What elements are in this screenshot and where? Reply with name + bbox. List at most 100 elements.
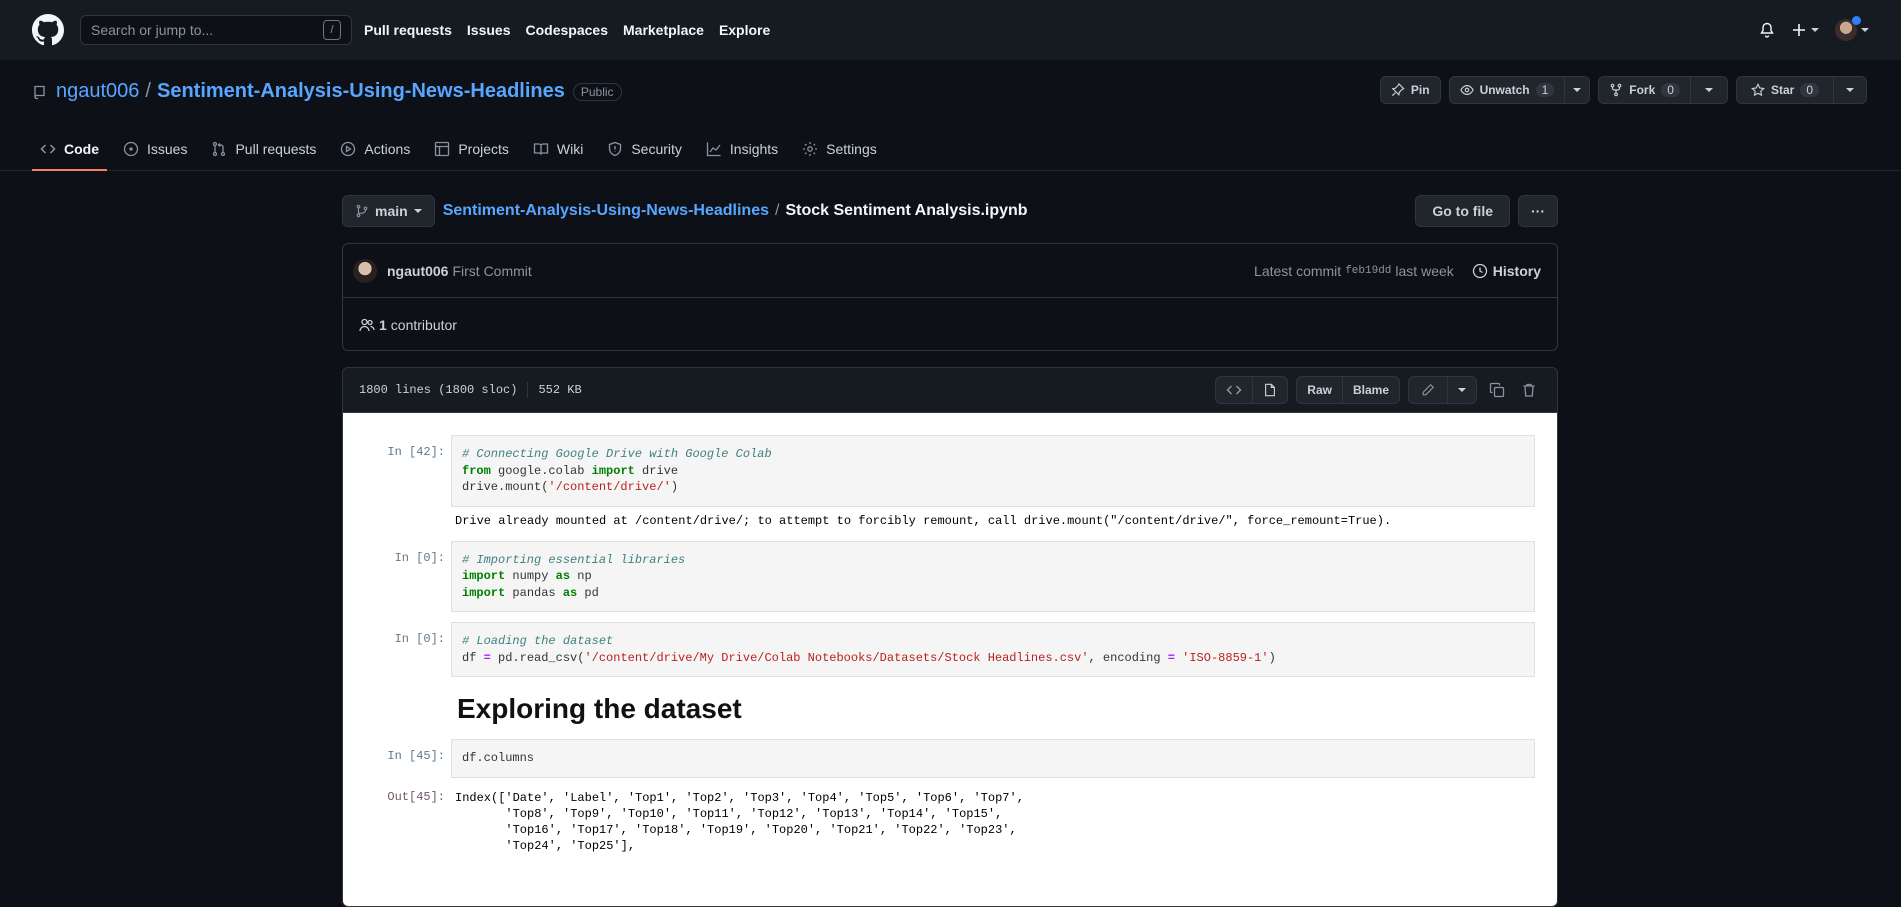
tab-wiki[interactable]: Wiki: [525, 126, 591, 171]
repo-title-separator: /: [145, 80, 151, 102]
code-text: pd.read_csv(: [490, 650, 585, 665]
notebook-cell: In [45]: df.columns: [343, 739, 1535, 778]
top-nav: Pull requests Issues Codespaces Marketpl…: [364, 22, 785, 38]
tab-code[interactable]: Code: [32, 126, 107, 171]
tab-actions[interactable]: Actions: [332, 126, 418, 171]
tab-security[interactable]: Security: [599, 126, 690, 171]
star-dropdown[interactable]: [1834, 76, 1867, 104]
tab-label: Settings: [826, 140, 877, 157]
branch-name: main: [375, 203, 408, 219]
tab-pull-requests[interactable]: Pull requests: [203, 126, 324, 171]
pin-icon: [1391, 83, 1405, 97]
chevron-down-icon: [1704, 88, 1713, 92]
tab-issues[interactable]: Issues: [115, 126, 195, 171]
code-operator: =: [483, 650, 491, 665]
chevron-down-icon: [1573, 88, 1582, 92]
pull-request-icon: [211, 141, 227, 157]
pin-button[interactable]: Pin: [1379, 76, 1441, 104]
visibility-badge: Public: [572, 82, 622, 101]
header-right: [1759, 16, 1869, 41]
create-new-button[interactable]: [1791, 22, 1819, 38]
input-prompt: In [0]:: [394, 632, 445, 646]
notebook-cell: In [0]: # Importing essential libraries …: [343, 540, 1535, 612]
tab-insights[interactable]: Insights: [698, 126, 786, 171]
unwatch-group: Unwatch 1: [1448, 76, 1591, 104]
play-icon: [340, 141, 356, 157]
source-view-button[interactable]: [1215, 376, 1254, 404]
repo-name-link[interactable]: Sentiment-Analysis-Using-News-Headlines: [157, 80, 565, 103]
user-menu[interactable]: [1835, 16, 1869, 41]
copy-icon[interactable]: [1485, 382, 1509, 398]
contributors-label: contributor: [390, 316, 457, 333]
nav-codespaces[interactable]: Codespaces: [526, 22, 608, 38]
file-lines-info: 1800 lines (1800 sloc): [359, 383, 518, 397]
fork-button[interactable]: Fork 0: [1598, 76, 1691, 104]
code-text: np: [570, 569, 592, 583]
trash-icon[interactable]: [1517, 382, 1541, 398]
input-prompt: In [42]:: [387, 445, 445, 459]
nav-pull-requests[interactable]: Pull requests: [364, 22, 452, 38]
eye-icon: [1459, 83, 1474, 97]
blame-button[interactable]: Blame: [1342, 376, 1400, 404]
code-keyword: as: [562, 585, 578, 600]
edit-dropdown[interactable]: [1448, 376, 1477, 404]
shield-icon: [607, 141, 623, 157]
issue-icon: [123, 141, 139, 157]
cell-output: Drive already mounted at /content/drive/…: [455, 513, 1392, 528]
global-header: Search or jump to... / Pull requests Iss…: [0, 0, 1901, 60]
github-logo-icon[interactable]: [32, 14, 64, 46]
code-text: ): [670, 480, 679, 494]
rendered-view-button[interactable]: [1253, 376, 1289, 404]
edit-button[interactable]: [1408, 376, 1448, 404]
go-to-file-button[interactable]: Go to file: [1415, 195, 1510, 227]
notebook-cell: In [42]: # Connecting Google Drive with …: [343, 435, 1535, 507]
breadcrumb: Sentiment-Analysis-Using-News-Headlines …: [443, 202, 1028, 220]
more-options-button[interactable]: ···: [1518, 195, 1558, 227]
tab-projects[interactable]: Projects: [426, 126, 517, 171]
code-text: df: [462, 650, 484, 665]
branch-selector[interactable]: main: [342, 195, 435, 227]
raw-blame-group: Raw Blame: [1296, 376, 1400, 404]
commit-sha[interactable]: feb19dd: [1345, 265, 1391, 277]
code-text: numpy: [505, 569, 556, 583]
nav-issues[interactable]: Issues: [467, 22, 511, 38]
pin-label: Pin: [1410, 83, 1430, 97]
tab-settings[interactable]: Settings: [794, 126, 885, 171]
contributors-count: 1: [379, 316, 387, 333]
repo-icon: [32, 84, 48, 100]
history-link[interactable]: History: [1472, 263, 1541, 279]
fork-dropdown[interactable]: [1690, 76, 1728, 104]
tab-label: Code: [64, 140, 99, 157]
code-text: drive.mount(: [462, 480, 549, 494]
unwatch-button[interactable]: Unwatch 1: [1448, 76, 1566, 104]
nav-marketplace[interactable]: Marketplace: [623, 22, 704, 38]
breadcrumb-repo-link[interactable]: Sentiment-Analysis-Using-News-Headlines: [443, 202, 769, 220]
tab-label: Issues: [147, 140, 188, 157]
search-input[interactable]: Search or jump to... /: [80, 15, 352, 45]
unwatch-dropdown[interactable]: [1565, 76, 1591, 104]
code-keyword: import: [591, 463, 635, 478]
repo-header: ngaut006 / Sentiment-Analysis-Using-News…: [0, 60, 1901, 171]
file-size: 552 KB: [538, 383, 582, 397]
notebook-output: Out[45]: Index(['Date', 'Label', 'Top1',…: [343, 788, 1535, 856]
commit-box: ngaut006 First Commit Latest commit feb1…: [342, 243, 1558, 351]
divider: [527, 382, 529, 398]
raw-button[interactable]: Raw: [1296, 376, 1343, 404]
commit-author[interactable]: ngaut006: [387, 263, 448, 279]
avatar[interactable]: [353, 258, 377, 283]
branch-icon: [355, 204, 369, 218]
commit-meta: Latest commit feb19dd last week History: [1254, 263, 1541, 279]
latest-commit-label: Latest commit: [1254, 262, 1342, 279]
commit-message[interactable]: First Commit: [452, 263, 531, 279]
code-input: # Connecting Google Drive with Google Co…: [451, 435, 1535, 507]
bell-icon[interactable]: [1759, 22, 1775, 38]
tab-label: Projects: [458, 140, 509, 157]
nav-explore[interactable]: Explore: [719, 22, 770, 38]
star-button[interactable]: Star 0: [1735, 76, 1834, 104]
search-shortcut-key: /: [323, 20, 341, 40]
repo-owner-link[interactable]: ngaut006: [56, 80, 139, 103]
input-prompt: In [45]:: [387, 749, 445, 763]
code-text: pd: [577, 585, 599, 600]
contributors-row[interactable]: 1 contributor: [343, 298, 1557, 351]
file-actions: Raw Blame: [1215, 376, 1541, 404]
